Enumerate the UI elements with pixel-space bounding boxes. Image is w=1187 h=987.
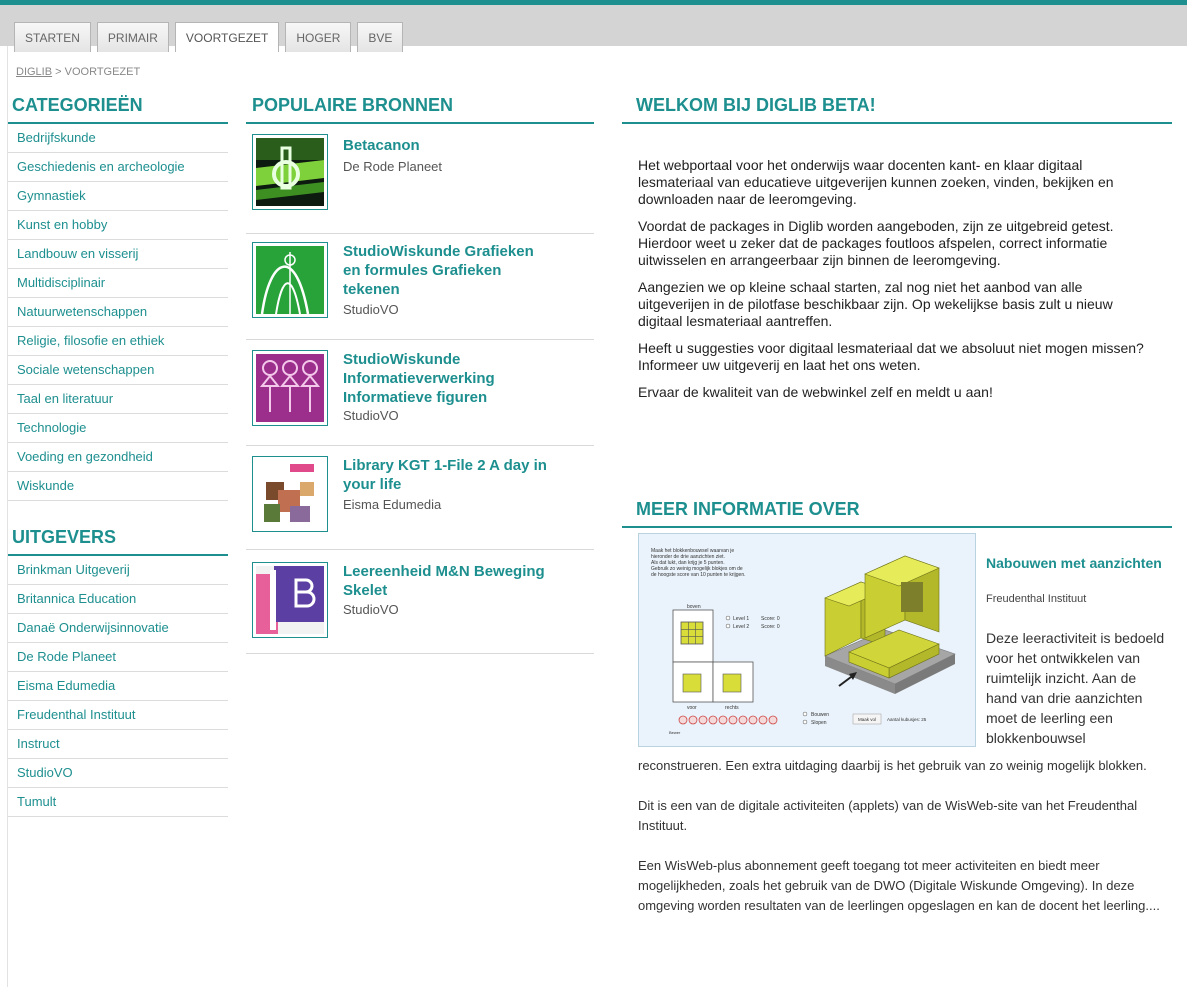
applet-view-top-label: boven [687,604,701,610]
informatieverwerking-thumbnail-image [256,354,324,422]
breadcrumb-root-link[interactable]: DIGLIB [16,66,52,78]
resource-thumbnail[interactable] [252,242,328,318]
applet-build-option: Bouwen [811,712,829,718]
publisher-item[interactable]: StudioVO [8,759,228,788]
category-item[interactable]: Sociale wetenschappen [8,356,228,385]
welcome-paragraph: Aangezien we op kleine schaal starten, z… [638,279,1113,329]
more-info-item-publisher: Freudenthal Instituut [986,593,1087,605]
welcome-paragraph: Heeft u suggesties voor digitaal lesmate… [638,340,1144,373]
tab-bve[interactable]: BVE [357,22,404,52]
publisher-item[interactable]: Danaë Onderwijsinnovatie [8,614,228,643]
publishers-list: Brinkman Uitgeverij Britannica Education… [8,556,228,817]
sidebar: CATEGORIEËN Bedrijfskunde Geschiedenis e… [8,95,228,817]
more-info-description-continued: reconstrueren. Een extra uitdaging daarb… [638,756,1168,936]
library-kgt-thumbnail-image [256,460,324,528]
categories-list: Bedrijfskunde Geschiedenis en archeologi… [8,124,228,501]
welcome-heading: WELKOM BIJ DIGLIB BETA! [622,95,1172,124]
welcome-paragraph: Voordat de packages in Diglib worden aan… [638,218,1114,268]
category-item[interactable]: Multidisciplinair [8,269,228,298]
applet-view-right-label: rechts [725,705,739,711]
more-info-item-title[interactable]: Nabouwen met aanzichten [986,554,1166,573]
welcome-paragraph: Ervaar de kwaliteit van de webwinkel zel… [638,384,993,400]
tab-primair[interactable]: PRIMAIR [96,22,169,52]
resource-item: Leereenheid M&N Beweging Skelet StudioVO [246,550,594,654]
breadcrumb-separator: > [52,66,65,78]
publisher-item[interactable]: Britannica Education [8,585,228,614]
resource-thumbnail[interactable] [252,456,328,532]
categories-heading: CATEGORIEËN [8,95,228,124]
category-item[interactable]: Natuurwetenschappen [8,298,228,327]
more-info-heading: MEER INFORMATIE OVER [622,499,1172,528]
publisher-item[interactable]: De Rode Planeet [8,643,228,672]
more-info-paragraph: Dit is een van de digitale activiteiten … [638,798,1138,833]
top-navigation-bar: STARTEN PRIMAIR VOORTGEZET HOGER BVE [0,0,1187,52]
publishers-heading: UITGEVERS [8,527,228,556]
resource-title[interactable]: StudioWiskunde Informatieverwerking Info… [343,350,553,407]
resource-publisher: StudioVO [343,408,399,423]
applet-level2-label: Level 2 [733,624,749,630]
resource-thumbnail[interactable] [252,134,328,210]
publisher-item[interactable]: Instruct [8,730,228,759]
category-item[interactable]: Wiskunde [8,472,228,501]
more-info-paragraph: reconstrueren. Een extra uitdaging daarb… [638,758,1147,773]
resource-item: Library KGT 1-File 2 A day in your life … [246,446,594,550]
resource-title[interactable]: Betacanon [343,136,553,155]
resource-publisher: StudioVO [343,302,399,317]
applet-remove-option: Slopen [811,720,827,726]
resource-item: Betacanon De Rode Planeet [246,124,594,234]
resource-publisher: StudioVO [343,602,399,617]
applet-footer: Bewer [669,730,681,735]
category-item[interactable]: Kunst en hobby [8,211,228,240]
more-info-section: MEER INFORMATIE OVER Maak het blokkenbou… [622,499,1172,913]
applet-image: Maak het blokkenbouwsel waarvan je hiero… [639,534,975,746]
main-content: WELKOM BIJ DIGLIB BETA! Het webportaal v… [622,95,1172,913]
applet-cube-count: Aantal kubusjes: 25 [887,717,927,722]
applet-score2-label: Score: 0 [761,624,780,630]
resource-item: StudioWiskunde Grafieken en formules Gra… [246,234,594,340]
popular-resources: POPULAIRE BRONNEN Betacanon De Rode Plan… [246,95,594,654]
tab-starten[interactable]: STARTEN [14,22,91,52]
publisher-item[interactable]: Brinkman Uitgeverij [8,556,228,585]
more-info-description: Deze leeractiviteit is bedoeld voor het … [986,630,1165,746]
betacanon-thumbnail-image [256,138,324,206]
resource-title[interactable]: StudioWiskunde Grafieken en formules Gra… [343,242,553,299]
category-item[interactable]: Religie, filosofie en ethiek [8,327,228,356]
category-item[interactable]: Bedrijfskunde [8,124,228,153]
category-item[interactable]: Voeding en gezondheid [8,443,228,472]
category-item[interactable]: Gymnastiek [8,182,228,211]
applet-screenshot[interactable]: Maak het blokkenbouwsel waarvan je hiero… [638,533,976,747]
grafieken-thumbnail-image [256,246,324,314]
tab-hoger[interactable]: HOGER [285,22,352,52]
breadcrumb-current: VOORTGEZET [64,66,141,78]
main-tabs: STARTEN PRIMAIR VOORTGEZET HOGER BVE [14,22,404,52]
resource-publisher: De Rode Planeet [343,159,443,174]
tab-voortgezet[interactable]: VOORTGEZET [174,22,280,52]
resource-title[interactable]: Leereenheid M&N Beweging Skelet [343,562,553,600]
applet-fill-button: Maak vol [858,717,876,722]
resource-thumbnail[interactable] [252,562,328,638]
applet-view-front-label: voor [687,705,697,711]
resource-title[interactable]: Library KGT 1-File 2 A day in your life [343,456,553,494]
breadcrumb: DIGLIB > VOORTGEZET [16,66,140,78]
resource-thumbnail[interactable] [252,350,328,426]
publisher-item[interactable]: Tumult [8,788,228,817]
category-item[interactable]: Taal en literatuur [8,385,228,414]
category-item[interactable]: Landbouw en visserij [8,240,228,269]
publisher-item[interactable]: Eisma Edumedia [8,672,228,701]
applet-score1-label: Score: 0 [761,616,780,622]
category-item[interactable]: Geschiedenis en archeologie [8,153,228,182]
leereenheid-thumbnail-image [256,566,324,634]
publisher-item[interactable]: Freudenthal Instituut [8,701,228,730]
welcome-paragraph: Het webportaal voor het onderwijs waar d… [638,157,1114,207]
category-item[interactable]: Technologie [8,414,228,443]
more-info-paragraph: Een WisWeb-plus abonnement geeft toegang… [638,858,1160,913]
applet-level1-label: Level 1 [733,616,749,622]
resource-publisher: Eisma Edumedia [343,497,442,512]
resource-item: StudioWiskunde Informatieverwerking Info… [246,340,594,446]
welcome-text: Het webportaal voor het onderwijs waar d… [622,157,1172,401]
page-left-border [0,46,8,987]
popular-heading: POPULAIRE BRONNEN [246,95,594,124]
